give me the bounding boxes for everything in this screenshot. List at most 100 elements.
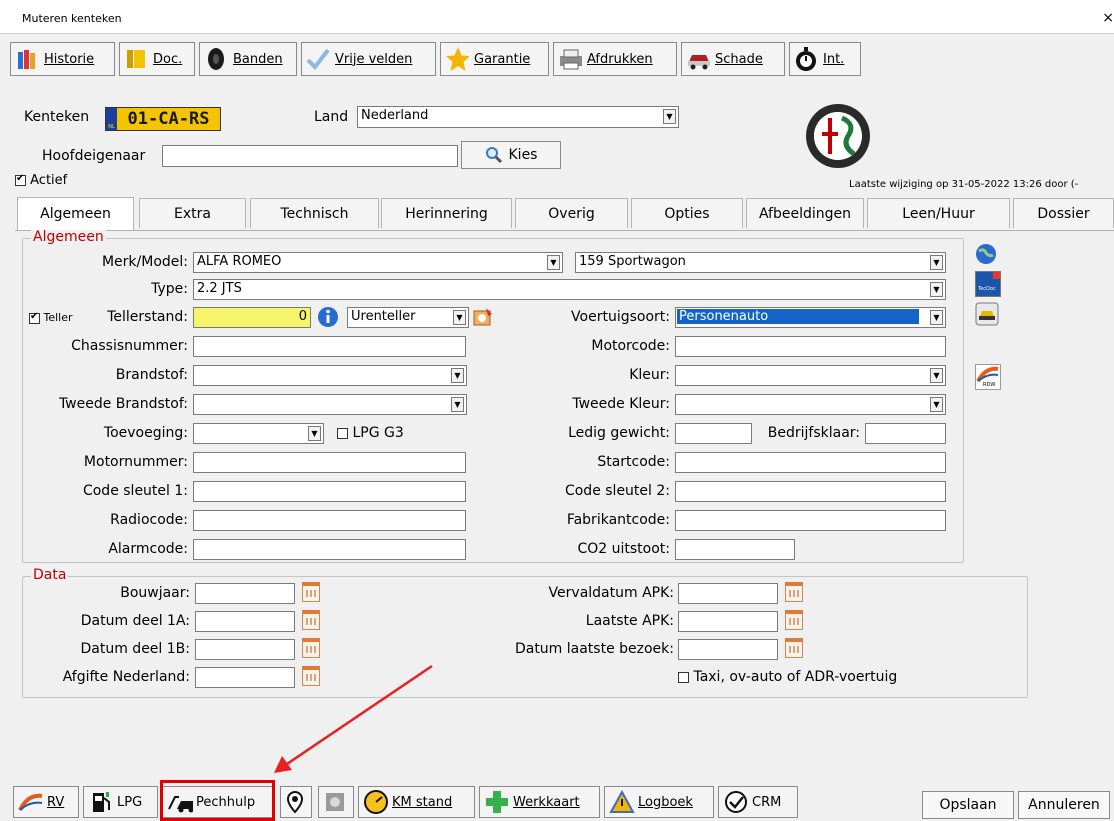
- close-icon[interactable]: ×: [1102, 10, 1114, 26]
- hoofdeigenaar-input[interactable]: [162, 145, 458, 167]
- taxi-check[interactable]: [678, 671, 689, 683]
- voertuigsoort-select[interactable]: Personenauto ▼: [675, 307, 946, 328]
- co2-input[interactable]: [675, 539, 795, 560]
- ledig-gewicht-input[interactable]: [675, 423, 752, 444]
- teller-checkbox[interactable]: Teller: [29, 311, 73, 324]
- alfa-romeo-logo: [802, 100, 874, 172]
- lpg-g3-checkbox[interactable]: LPG G3: [337, 425, 404, 441]
- odometer-edit-icon[interactable]: [472, 306, 494, 332]
- calendar-icon[interactable]: [302, 638, 320, 658]
- doc-label: Doc.: [153, 51, 183, 67]
- kies-button[interactable]: Kies: [461, 141, 561, 169]
- werkkaart-button[interactable]: Werkkaart: [479, 786, 600, 818]
- model-select[interactable]: 159 Sportwagon ▼: [575, 252, 946, 273]
- chevron-down-icon[interactable]: ▼: [663, 109, 676, 124]
- fabrikantcode-input[interactable]: [675, 510, 946, 531]
- int-button[interactable]: Int.: [789, 42, 861, 76]
- crm-button[interactable]: CRM: [718, 786, 798, 818]
- motorcode-input[interactable]: [675, 336, 946, 357]
- tellerstand-input[interactable]: 0: [193, 307, 311, 328]
- doc-button[interactable]: Doc.: [119, 42, 195, 76]
- brandstof-select[interactable]: ▼: [193, 365, 467, 386]
- rdw-icon[interactable]: RDW: [975, 364, 1001, 390]
- chevron-down-icon[interactable]: ▼: [930, 310, 943, 325]
- chevron-down-icon[interactable]: ▼: [930, 282, 943, 297]
- laatste-apk-input[interactable]: [678, 611, 778, 632]
- opslaan-button[interactable]: Opslaan: [922, 791, 1014, 819]
- calendar-icon[interactable]: [302, 582, 320, 602]
- km-stand-button[interactable]: KM stand: [358, 786, 475, 818]
- logboek-button[interactable]: Logboek: [604, 786, 714, 818]
- chevron-down-icon[interactable]: ▼: [453, 310, 466, 325]
- schade-button[interactable]: Schade: [681, 42, 785, 76]
- calendar-icon[interactable]: [785, 610, 803, 630]
- type-select[interactable]: 2.2 JTS ▼: [193, 279, 946, 300]
- tab-leen-huur[interactable]: Leen/Huur: [867, 198, 1010, 228]
- alarmcode-input[interactable]: [193, 539, 466, 560]
- stopwatch-icon: [794, 47, 818, 71]
- bouwjaar-input[interactable]: [195, 583, 295, 604]
- radiocode-input[interactable]: [193, 510, 466, 531]
- chevron-down-icon[interactable]: ▼: [451, 368, 464, 383]
- calendar-icon[interactable]: [785, 582, 803, 602]
- datum1a-input[interactable]: [195, 611, 295, 632]
- datum1b-input[interactable]: [195, 639, 295, 660]
- chevron-down-icon[interactable]: ▼: [451, 397, 464, 412]
- startcode-label: Startcode:: [597, 454, 670, 470]
- ledig-gewicht-label: Ledig gewicht:: [568, 425, 670, 441]
- actief-checkbox[interactable]: Actief: [15, 173, 67, 188]
- tab-dossier[interactable]: Dossier: [1013, 198, 1114, 228]
- garantie-button[interactable]: Garantie: [440, 42, 549, 76]
- info-icon[interactable]: [316, 305, 340, 333]
- vrije-velden-button[interactable]: Vrije velden: [301, 42, 436, 76]
- tweede-brandstof-select[interactable]: ▼: [193, 394, 467, 415]
- historie-button[interactable]: Historie: [10, 42, 115, 76]
- teller-label: Teller: [43, 311, 73, 324]
- tweede-kleur-select[interactable]: ▼: [675, 394, 946, 415]
- code-sleutel2-input[interactable]: [675, 481, 946, 502]
- laatste-bezoek-input[interactable]: [678, 639, 778, 660]
- tecdoc-icon[interactable]: TecDoc: [975, 271, 1001, 297]
- merk-select[interactable]: ALFA ROMEO ▼: [193, 252, 563, 273]
- banden-button[interactable]: Banden: [199, 42, 297, 76]
- toevoeging-select[interactable]: ▼: [193, 423, 324, 444]
- land-select[interactable]: Nederland ▼: [357, 106, 679, 128]
- globe-icon[interactable]: [975, 243, 997, 269]
- annuleren-button[interactable]: Annuleren: [1018, 791, 1110, 819]
- kleur-select[interactable]: ▼: [675, 365, 946, 386]
- tab-herinnering[interactable]: Herinnering: [381, 198, 512, 228]
- tab-overig[interactable]: Overig: [515, 198, 628, 228]
- calendar-icon[interactable]: [302, 610, 320, 630]
- chevron-down-icon[interactable]: ▼: [930, 368, 943, 383]
- startcode-input[interactable]: [675, 452, 946, 473]
- bedrijfsklaar-input[interactable]: [865, 423, 946, 444]
- tab-opties[interactable]: Opties: [631, 198, 743, 228]
- actief-check[interactable]: [15, 173, 26, 186]
- disk-button[interactable]: [318, 786, 354, 818]
- motornummer-input[interactable]: [193, 452, 466, 473]
- co2-label: CO2 uitstoot:: [577, 541, 670, 557]
- tab-afbeeldingen[interactable]: Afbeeldingen: [746, 198, 864, 228]
- tecdoc-corner: [993, 272, 1000, 279]
- chassisnummer-input[interactable]: [193, 336, 466, 357]
- calendar-icon[interactable]: [785, 638, 803, 658]
- tab-extra[interactable]: Extra: [139, 198, 246, 228]
- chevron-down-icon[interactable]: ▼: [930, 397, 943, 412]
- tab-technisch[interactable]: Technisch: [250, 198, 379, 228]
- vervaldatum-apk-input[interactable]: [678, 583, 778, 604]
- teller-type-select[interactable]: Urenteller ▼: [347, 307, 469, 328]
- chevron-down-icon[interactable]: ▼: [930, 255, 943, 270]
- taxi-checkbox[interactable]: Taxi, ov-auto of ADR-voertuig: [678, 669, 897, 685]
- chevron-down-icon[interactable]: ▼: [547, 255, 560, 270]
- lpg-g3-check[interactable]: [337, 427, 348, 439]
- teller-check[interactable]: [29, 311, 40, 324]
- car-service-icon[interactable]: [975, 302, 999, 330]
- lpg-button[interactable]: LPG: [83, 786, 158, 818]
- map-pin-button[interactable]: [280, 786, 312, 818]
- afdrukken-button[interactable]: Afdrukken: [553, 42, 677, 76]
- rv-button[interactable]: RV: [13, 786, 79, 818]
- chevron-down-icon[interactable]: ▼: [308, 426, 321, 441]
- logboek-label: Logboek: [638, 794, 693, 810]
- code-sleutel1-input[interactable]: [193, 481, 466, 502]
- tab-algemeen[interactable]: Algemeen: [17, 197, 134, 230]
